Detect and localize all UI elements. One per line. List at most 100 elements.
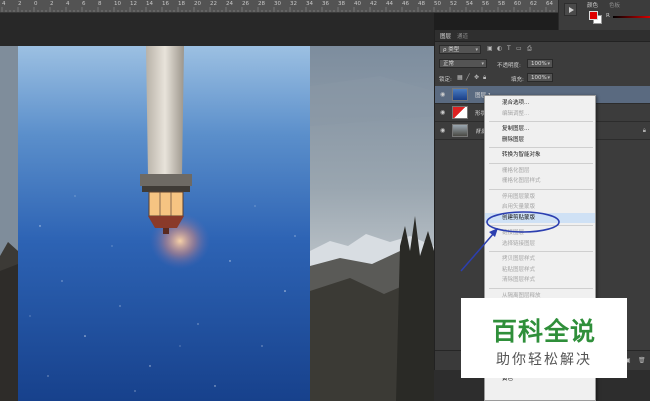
ruler-tick-label: 54 — [466, 1, 473, 7]
ruler-tick-label: 26 — [242, 1, 249, 7]
menu-item[interactable]: 复制图层... — [485, 124, 595, 134]
ruler-tick-label: 12 — [130, 1, 137, 7]
blend-mode-select[interactable]: 正常 ▾ — [439, 59, 487, 68]
ruler-tick-label: 38 — [338, 1, 345, 7]
ruler-tick-label: 58 — [498, 1, 505, 7]
ruler-tick-label: 42 — [370, 1, 377, 7]
chevron-down-icon: ▾ — [547, 75, 550, 81]
lock-all-icon[interactable]: 🔒︎ — [483, 74, 486, 82]
ruler-tick-label: 48 — [418, 1, 425, 7]
visibility-eye-icon[interactable]: ◉ — [440, 91, 445, 98]
menu-separator — [489, 121, 593, 122]
ruler-tick-label: 2 — [50, 1, 54, 7]
horizontal-ruler: 4 2 0 2 4 6 8 10 12 14 16 18 20 22 24 26 28 30 32 34 36 38 40 4… — [0, 0, 558, 13]
ruler-tick-label: 16 — [162, 1, 169, 7]
fill-value: 100% — [531, 75, 547, 81]
layer-thumbnail — [452, 88, 468, 101]
chevron-down-icon: ▾ — [547, 61, 550, 67]
opacity-label: 不透明度: — [497, 63, 521, 69]
tab-channels[interactable]: 通道 — [457, 32, 468, 40]
ruler-tick-label: 0 — [34, 1, 38, 7]
chevron-down-icon: ▾ — [475, 47, 478, 53]
chevron-down-icon: ▾ — [481, 61, 484, 67]
menu-item-create-clipping-mask[interactable]: 创建剪贴蒙版 — [485, 212, 595, 223]
ruler-tick-label: 4 — [66, 1, 70, 7]
color-panel: 颜色 色板 R — [558, 0, 650, 30]
pixel-filter-icon[interactable]: ▣ — [487, 45, 493, 52]
foreground-color-swatch[interactable] — [589, 11, 598, 20]
menu-item[interactable]: 粘贴图层样式 — [485, 265, 595, 275]
canvas-artwork — [0, 46, 434, 401]
menu-item[interactable]: 启用矢量蒙版 — [485, 202, 595, 212]
menu-item[interactable]: 拷贝图层样式 — [485, 254, 595, 264]
ruler-tick-label: 52 — [450, 1, 457, 7]
menu-item[interactable]: 栅格化图层样式 — [485, 176, 595, 186]
fill-field[interactable]: 100% ▾ — [527, 73, 553, 82]
ruler-tick-label: 18 — [178, 1, 185, 7]
menu-separator — [489, 162, 593, 164]
opacity-field[interactable]: 100% ▾ — [527, 59, 553, 68]
menu-item[interactable]: 链接图层 — [485, 228, 595, 238]
ruler-tick-label: 36 — [322, 1, 329, 7]
opacity-value: 100% — [531, 61, 547, 67]
smart-object-filter-icon[interactable]: ⎙ — [527, 45, 532, 53]
blend-mode-value: 正常 — [443, 61, 455, 67]
trash-icon[interactable]: 🗑︎ — [638, 357, 646, 364]
menu-item[interactable]: 栅格化图层 — [485, 166, 595, 176]
red-channel-label: R — [606, 13, 610, 19]
watermark-title: 百科全说 — [491, 317, 596, 346]
ruler-tick-label: 14 — [146, 1, 153, 7]
lock-pixels-icon[interactable]: ▦ — [457, 74, 463, 81]
ruler-tick-label: 32 — [290, 1, 297, 7]
visibility-eye-icon[interactable]: ◉ — [440, 109, 445, 116]
document-canvas[interactable] — [0, 46, 434, 401]
ruler-tick-label: 60 — [514, 1, 521, 7]
menu-item[interactable]: 停用图层蒙版 — [485, 192, 595, 202]
visibility-eye-icon[interactable]: ◉ — [440, 127, 445, 134]
adjustment-filter-icon[interactable]: ◐ — [497, 45, 502, 52]
menu-item[interactable]: 混合选项... — [485, 98, 595, 108]
tab-layers[interactable]: 图层 — [440, 32, 451, 40]
ruler-tick-label: 20 — [194, 1, 201, 7]
play-action-button[interactable] — [564, 3, 577, 16]
lock-label: 锁定: — [439, 77, 452, 83]
ruler-tick-label: 22 — [210, 1, 217, 7]
watermark-subtitle: 助你轻松解决 — [496, 352, 592, 368]
ruler-tick-label: 56 — [482, 1, 489, 7]
ruler-tick-label: 44 — [386, 1, 393, 7]
ruler-tick-label: 46 — [402, 1, 409, 7]
panel-tabs: 图层 通道 — [435, 30, 650, 42]
menu-separator — [489, 287, 593, 289]
layer-thumbnail — [452, 124, 468, 137]
menu-item[interactable]: 转换为智能对象 — [485, 150, 595, 160]
tab-swatches[interactable]: 色板 — [609, 1, 620, 9]
layer-filter-label: ρ 类型 — [443, 47, 460, 53]
lock-icon: 🔒︎ — [642, 127, 646, 134]
menu-separator — [489, 147, 593, 148]
lock-paint-icon[interactable]: ╱ — [466, 74, 470, 81]
menu-separator — [489, 188, 593, 190]
type-filter-icon[interactable]: T — [507, 45, 511, 52]
menu-item[interactable]: 编辑调整... — [485, 109, 595, 119]
ruler-tick-label: 6 — [82, 1, 86, 7]
ruler-tick-label: 8 — [98, 1, 102, 7]
menu-separator — [489, 251, 593, 252]
menu-separator — [489, 225, 593, 226]
red-channel-slider[interactable] — [613, 16, 650, 18]
ruler-tick-label: 62 — [530, 1, 537, 7]
workspace-background — [0, 13, 434, 46]
menu-item[interactable]: 选择链接图层 — [485, 239, 595, 249]
menu-item[interactable]: 清除图层样式 — [485, 275, 595, 285]
shape-filter-icon[interactable]: ▭ — [516, 45, 522, 52]
tab-color[interactable]: 颜色 — [587, 1, 598, 9]
lock-position-icon[interactable]: ✥ — [474, 74, 479, 81]
menu-item[interactable]: 删除图层 — [485, 135, 595, 145]
fill-label: 填充: — [511, 77, 524, 83]
ruler-tick-label: 34 — [306, 1, 313, 7]
layer-filter-select[interactable]: ρ 类型 ▾ — [439, 45, 481, 54]
ruler-tick-label: 64 — [546, 1, 553, 7]
ruler-tick-label: 2 — [18, 1, 22, 7]
watermark-logo: 百科全说 助你轻松解决 — [461, 298, 627, 378]
ruler-tick-label: 4 — [2, 1, 6, 7]
ruler-tick-label: 30 — [274, 1, 281, 7]
